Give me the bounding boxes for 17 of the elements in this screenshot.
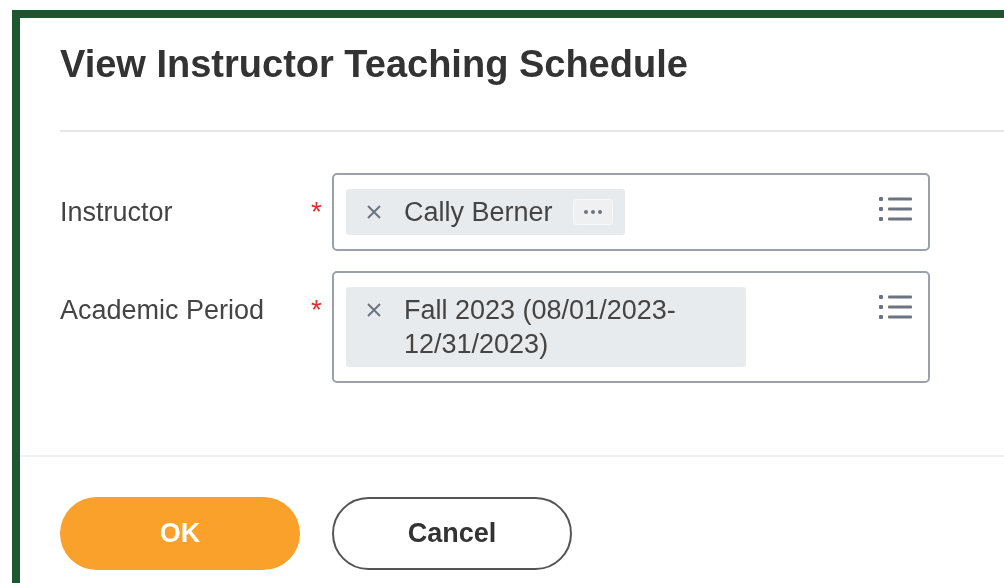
cancel-button[interactable]: Cancel [332,497,572,570]
field-label: Instructor [60,196,173,229]
list-icon[interactable] [878,195,914,223]
dialog-title: View Instructor Teaching Schedule [60,42,689,87]
required-asterisk: * [311,195,322,229]
field-label: Academic Period [60,294,265,327]
more-icon[interactable] [572,199,613,225]
selected-chip[interactable]: Fall 2023 (08/01/2023-12/31/2023) [346,287,746,367]
selected-chip[interactable]: Cally Berner [346,189,625,235]
chip-text: Fall 2023 (08/01/2023-12/31/2023) [404,294,677,361]
required-asterisk: * [311,293,322,327]
close-icon[interactable] [366,204,382,220]
chip-text: Cally Berner [404,196,553,229]
close-icon[interactable] [366,302,382,318]
selection-field[interactable]: Fall 2023 (08/01/2023-12/31/2023) [332,271,930,383]
list-icon[interactable] [878,293,914,321]
selection-field[interactable]: Cally Berner [332,173,930,251]
